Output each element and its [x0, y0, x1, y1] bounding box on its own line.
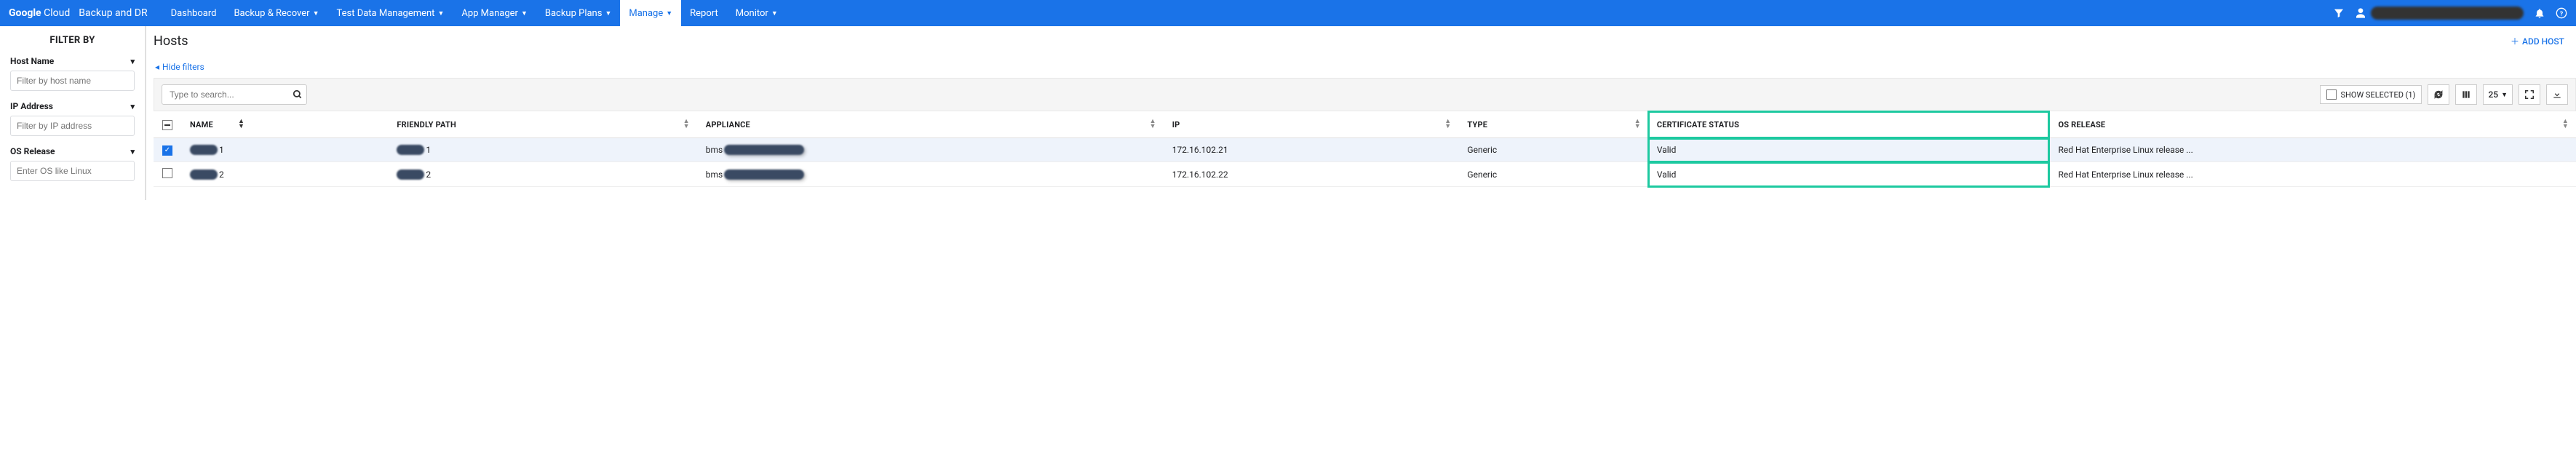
- download-icon: [2552, 89, 2562, 100]
- table-row[interactable]: 2 2 bms 172.16.102.22 Generic Valid Red …: [154, 162, 2576, 187]
- topbar-right: ?: [2333, 7, 2567, 20]
- chevron-down-icon: ▼: [437, 9, 444, 17]
- filter-toggle-os-release[interactable]: OS Release ▾: [10, 146, 135, 156]
- filter-toggle-ip-address[interactable]: IP Address ▾: [10, 101, 135, 111]
- google-cloud-logo: Google Cloud: [9, 7, 70, 19]
- filter-input-os-release[interactable]: [10, 161, 135, 181]
- filter-input-ip-address[interactable]: [10, 116, 135, 136]
- filter-group-os-release: OS Release ▾: [10, 146, 135, 181]
- product-name: Backup and DR: [79, 7, 147, 19]
- chevron-down-icon: ▼: [521, 9, 528, 17]
- cell-appliance: bms: [706, 145, 1155, 155]
- cell-os-release: Red Hat Enterprise Linux release ...: [2049, 162, 2576, 187]
- sort-icon: ▲▼: [1150, 119, 1156, 129]
- fullscreen-icon: [2524, 89, 2535, 100]
- chevron-down-icon: ▼: [313, 9, 319, 17]
- header-checkbox-cell: [154, 111, 181, 138]
- filter-by-heading: FILTER BY: [10, 35, 135, 46]
- search-input[interactable]: [162, 84, 307, 105]
- columns-icon: [2461, 89, 2471, 100]
- col-ip[interactable]: IP ▲▼: [1164, 111, 1459, 138]
- page-size-selector[interactable]: 25 ▼: [2483, 84, 2513, 105]
- cell-type: Generic: [1458, 162, 1647, 187]
- cell-type: Generic: [1458, 138, 1647, 162]
- filter-funnel-icon[interactable]: [2333, 7, 2345, 19]
- add-host-button[interactable]: ＋ ADD HOST: [2511, 35, 2564, 47]
- cell-certificate-status: Valid: [1648, 162, 2050, 187]
- table-toolbar: SHOW SELECTED (1) 25 ▼: [154, 78, 2576, 111]
- table-row[interactable]: 1 1 bms 172.16.102.21 Generic Valid Red …: [154, 138, 2576, 162]
- plus-icon: ＋: [2511, 35, 2519, 47]
- caret-down-icon: ▾: [130, 102, 135, 111]
- col-certificate-status[interactable]: CERTIFICATE STATUS: [1648, 111, 2050, 138]
- columns-button[interactable]: [2455, 84, 2477, 105]
- filter-input-host-name[interactable]: [10, 71, 135, 91]
- hosts-table: NAME ▲▼ FRIENDLY PATH ▲▼ APPLIANCE ▲▼ IP…: [154, 111, 2576, 187]
- sort-icon: ▲▼: [1444, 119, 1451, 129]
- nav-monitor[interactable]: Monitor▼: [727, 0, 787, 26]
- user-chip[interactable]: [2355, 7, 2524, 20]
- chevron-down-icon: ▼: [605, 9, 611, 17]
- nav-items: Dashboard Backup & Recover▼ Test Data Ma…: [162, 0, 787, 26]
- hide-filters-link[interactable]: ◂ Hide filters: [155, 62, 204, 72]
- sort-icon: ▲▼: [2562, 119, 2569, 129]
- page-title: Hosts: [154, 33, 188, 49]
- cell-name: 1: [190, 145, 379, 155]
- show-selected-button[interactable]: SHOW SELECTED (1): [2320, 85, 2422, 104]
- download-button[interactable]: [2546, 84, 2568, 105]
- row-checkbox[interactable]: [162, 168, 172, 178]
- help-icon[interactable]: ?: [2556, 7, 2567, 19]
- svg-text:?: ?: [2560, 10, 2563, 17]
- filter-group-host-name: Host Name ▾: [10, 56, 135, 91]
- refresh-button[interactable]: [2428, 84, 2449, 105]
- chevron-down-icon: ▼: [771, 9, 778, 17]
- cell-name: 2: [190, 169, 379, 180]
- user-icon: [2355, 7, 2366, 19]
- search-icon[interactable]: [293, 89, 303, 100]
- cell-friendly-path: 1: [397, 145, 688, 155]
- chevron-left-icon: ◂: [155, 62, 159, 72]
- fullscreen-button[interactable]: [2519, 84, 2540, 105]
- checkbox-icon: [2326, 89, 2337, 100]
- user-name-redacted: [2371, 7, 2524, 20]
- col-name[interactable]: NAME ▲▼: [181, 111, 388, 138]
- col-friendly-path[interactable]: FRIENDLY PATH ▲▼: [388, 111, 696, 138]
- cell-ip: 172.16.102.22: [1164, 162, 1459, 187]
- sort-icon: ▲▼: [1634, 119, 1641, 129]
- bell-icon[interactable]: [2534, 7, 2545, 19]
- col-type[interactable]: TYPE ▲▼: [1458, 111, 1647, 138]
- filter-group-ip-address: IP Address ▾: [10, 101, 135, 136]
- caret-down-icon: ▾: [130, 57, 135, 66]
- cell-friendly-path: 2: [397, 169, 688, 180]
- row-checkbox[interactable]: [162, 145, 172, 156]
- refresh-icon: [2433, 89, 2444, 100]
- nav-manage[interactable]: Manage▼: [620, 0, 681, 26]
- top-nav-bar: Google Cloud Backup and DR Dashboard Bac…: [0, 0, 2576, 26]
- chevron-down-icon: ▼: [666, 9, 672, 17]
- filter-sidebar: FILTER BY Host Name ▾ IP Address ▾ OS Re…: [0, 26, 146, 200]
- nav-report[interactable]: Report: [681, 0, 727, 26]
- nav-backup-recover[interactable]: Backup & Recover▼: [225, 0, 327, 26]
- content-area: Hosts ＋ ADD HOST ◂ Hide filters SHOW SEL…: [146, 26, 2576, 200]
- caret-down-icon: ▾: [130, 147, 135, 156]
- nav-dashboard[interactable]: Dashboard: [162, 0, 226, 26]
- nav-test-data-mgmt[interactable]: Test Data Management▼: [327, 0, 453, 26]
- select-all-checkbox[interactable]: [162, 120, 172, 130]
- cell-ip: 172.16.102.21: [1164, 138, 1459, 162]
- nav-app-manager[interactable]: App Manager▼: [453, 0, 536, 26]
- sort-icon: ▲▼: [238, 119, 245, 129]
- sort-icon: ▲▼: [683, 119, 690, 129]
- col-os-release[interactable]: OS RELEASE ▲▼: [2049, 111, 2576, 138]
- col-appliance[interactable]: APPLIANCE ▲▼: [697, 111, 1164, 138]
- filter-toggle-host-name[interactable]: Host Name ▾: [10, 56, 135, 66]
- cell-os-release: Red Hat Enterprise Linux release ...: [2049, 138, 2576, 162]
- logo-section: Google Cloud Backup and DR: [9, 7, 148, 19]
- cell-appliance: bms: [706, 169, 1155, 180]
- chevron-down-icon: ▼: [2501, 91, 2508, 99]
- nav-backup-plans[interactable]: Backup Plans▼: [536, 0, 621, 26]
- cell-certificate-status: Valid: [1648, 138, 2050, 162]
